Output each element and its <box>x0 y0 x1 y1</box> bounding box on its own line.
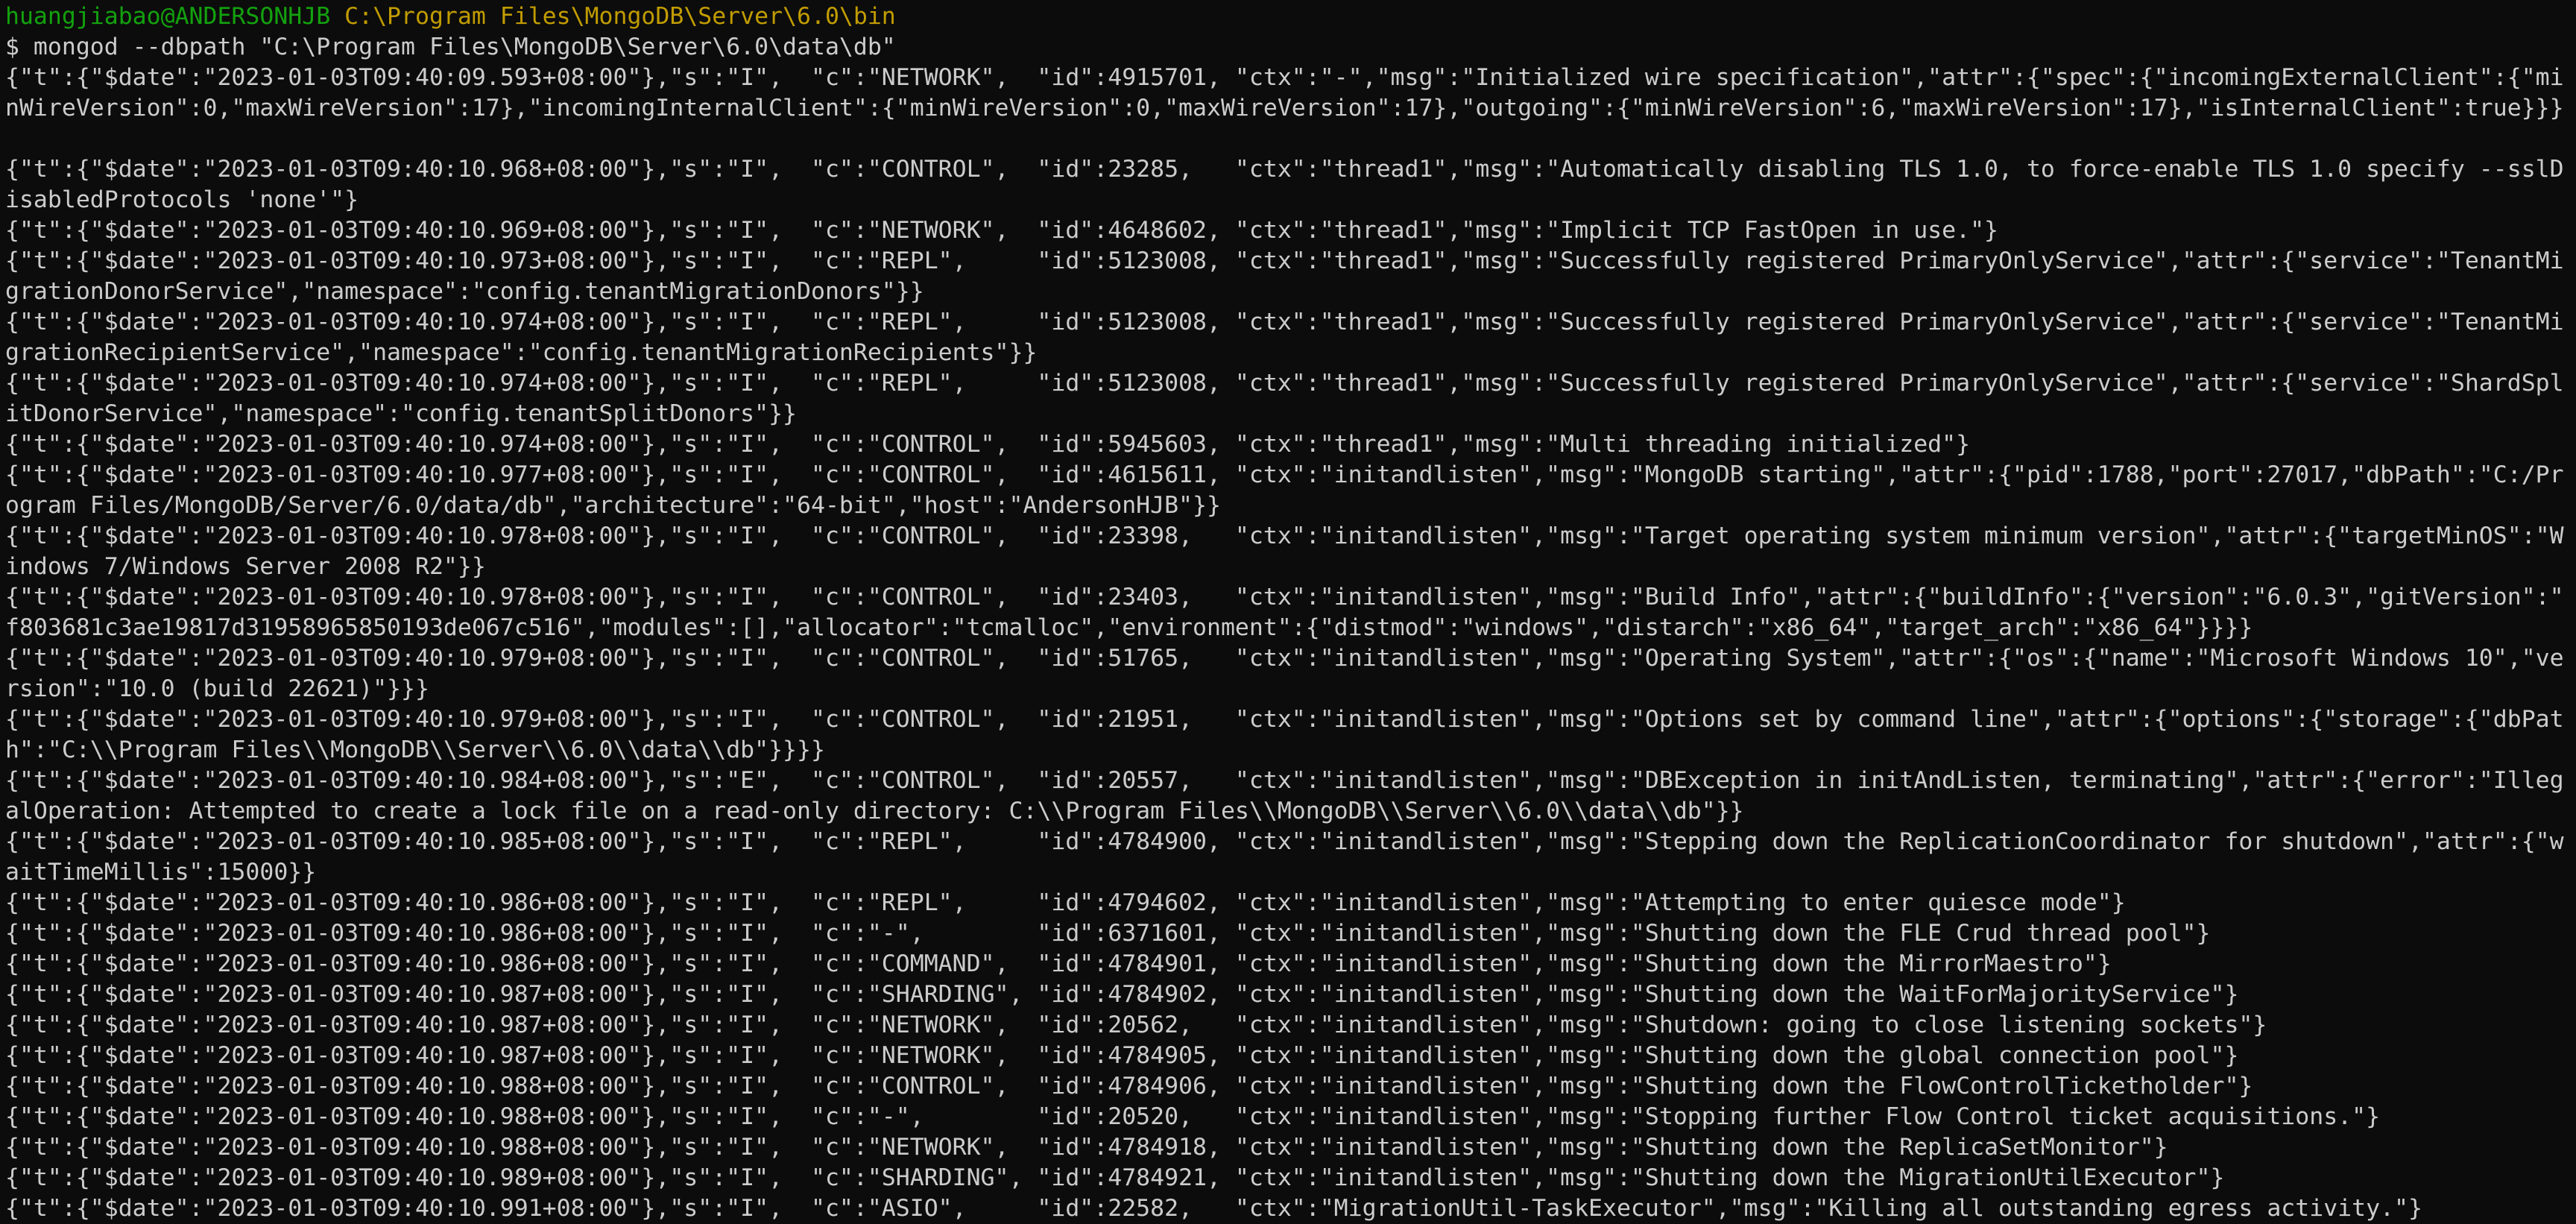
log-line: {"t":{"$date":"2023-01-03T09:40:09.593+0… <box>5 64 2564 91</box>
terminal-output: {"t":{"$date":"2023-01-03T09:40:09.593+0… <box>5 63 2576 1224</box>
terminal-window[interactable]: huangjiabao@ANDERSONHJB C:\Program Files… <box>0 0 2576 1224</box>
log-line: {"t":{"$date":"2023-01-03T09:40:10.974+0… <box>5 431 1971 458</box>
log-line: {"t":{"$date":"2023-01-03T09:40:10.977+0… <box>5 461 2564 488</box>
log-line: {"t":{"$date":"2023-01-03T09:40:10.988+0… <box>5 1103 2381 1130</box>
log-line: {"t":{"$date":"2023-01-03T09:40:10.987+0… <box>5 1012 2267 1038</box>
log-line: {"t":{"$date":"2023-01-03T09:40:10.986+0… <box>5 889 2126 916</box>
log-line: {"t":{"$date":"2023-01-03T09:40:10.986+0… <box>5 920 2211 947</box>
log-line: grationRecipientService","namespace":"co… <box>5 339 1038 366</box>
log-line: {"t":{"$date":"2023-01-03T09:40:10.974+0… <box>5 370 2564 397</box>
log-line: h":"C:\\Program Files\\MongoDB\\Server\\… <box>5 736 825 763</box>
log-line: {"t":{"$date":"2023-01-03T09:40:10.988+0… <box>5 1073 2253 1100</box>
log-line: {"t":{"$date":"2023-01-03T09:40:10.989+0… <box>5 1164 2225 1191</box>
log-line: itDonorService","namespace":"config.tena… <box>5 400 798 427</box>
log-line: {"t":{"$date":"2023-01-03T09:40:10.969+0… <box>5 217 1999 244</box>
log-line: {"t":{"$date":"2023-01-03T09:40:10.968+0… <box>5 156 2564 183</box>
log-line: {"t":{"$date":"2023-01-03T09:40:10.978+0… <box>5 584 2564 611</box>
log-line: f803681c3ae19817d31958965850193de067c516… <box>5 614 2253 641</box>
log-line: {"t":{"$date":"2023-01-03T09:40:10.978+0… <box>5 523 2564 549</box>
log-line: nWireVersion":0,"maxWireVersion":17},"in… <box>5 95 2564 122</box>
log-line: {"t":{"$date":"2023-01-03T09:40:10.979+0… <box>5 706 2564 733</box>
prompt-cwd: C:\Program Files\MongoDB\Server\6.0\bin <box>344 3 896 30</box>
log-line: {"t":{"$date":"2023-01-03T09:40:10.984+0… <box>5 767 2564 794</box>
log-line: isabledProtocols 'none'"} <box>5 186 359 213</box>
log-line: {"t":{"$date":"2023-01-03T09:40:10.979+0… <box>5 645 2564 672</box>
log-line: {"t":{"$date":"2023-01-03T09:40:10.991+0… <box>5 1195 2422 1222</box>
log-line: rsion":"10.0 (build 22621)"}}} <box>5 675 429 702</box>
log-line: grationDonorService","namespace":"config… <box>5 278 924 305</box>
log-line: ogram Files/MongoDB/Server/6.0/data/db",… <box>5 492 1221 519</box>
prompt-user-host: huangjiabao@ANDERSONHJB <box>5 3 331 30</box>
log-line: {"t":{"$date":"2023-01-03T09:40:10.973+0… <box>5 247 2564 274</box>
log-line: {"t":{"$date":"2023-01-03T09:40:10.988+0… <box>5 1134 2168 1161</box>
log-line: aitTimeMillis":15000}} <box>5 859 317 886</box>
log-line: {"t":{"$date":"2023-01-03T09:40:10.986+0… <box>5 950 2112 977</box>
log-line: indows 7/Windows Server 2008 R2"}} <box>5 553 486 580</box>
command-text: mongod --dbpath "C:\Program Files\MongoD… <box>19 34 896 60</box>
log-line: {"t":{"$date":"2023-01-03T09:40:10.985+0… <box>5 828 2564 855</box>
prompt-symbol: $ <box>5 34 19 60</box>
log-line: {"t":{"$date":"2023-01-03T09:40:10.974+0… <box>5 309 2564 335</box>
command-line[interactable]: $ mongod --dbpath "C:\Program Files\Mong… <box>5 32 2576 63</box>
log-line: {"t":{"$date":"2023-01-03T09:40:10.987+0… <box>5 981 2239 1008</box>
log-line: alOperation: Attempted to create a lock … <box>5 798 1744 824</box>
prompt-header: huangjiabao@ANDERSONHJB C:\Program Files… <box>5 1 2576 32</box>
log-line: {"t":{"$date":"2023-01-03T09:40:10.987+0… <box>5 1042 2239 1069</box>
